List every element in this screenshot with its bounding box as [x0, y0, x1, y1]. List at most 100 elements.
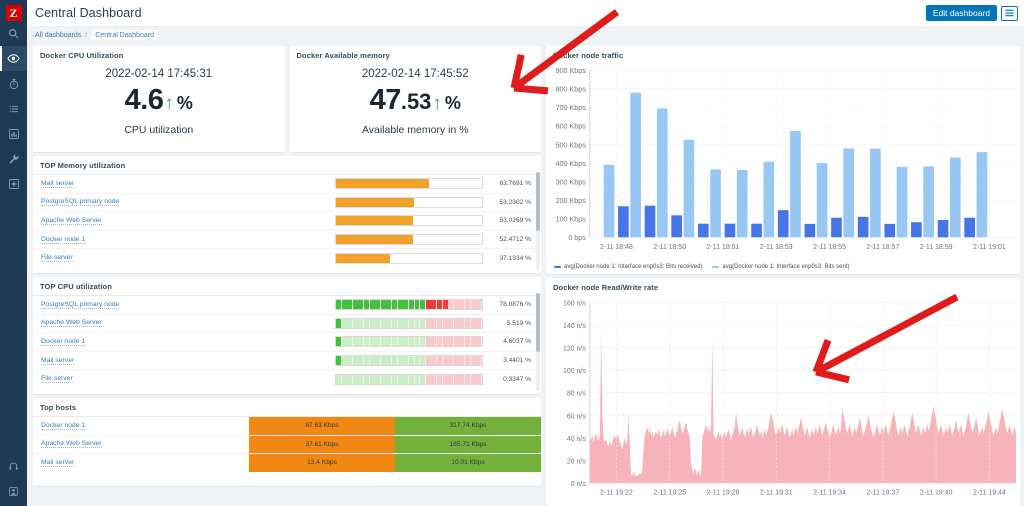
gauge-segment — [375, 337, 381, 347]
svg-text:0 n/s: 0 n/s — [571, 480, 587, 488]
gauge-segment — [408, 300, 414, 310]
host-link[interactable]: Apache Web Server — [41, 217, 102, 225]
host-link[interactable]: PostgreSQL primary node — [41, 198, 120, 207]
table-row: PostgreSQL primary node 78.0876 % — [33, 295, 539, 314]
svg-text:2-11 18:53: 2-11 18:53 — [760, 244, 793, 251]
host-link[interactable]: Mail server — [41, 459, 75, 467]
kpi-value-integer: 47 — [369, 84, 402, 116]
host-cell: Apache Web Server — [33, 436, 249, 454]
breadcrumb: All dashboards / Central Dashboard — [27, 27, 1024, 43]
gauge-wrap — [119, 299, 483, 311]
gauge-segment — [336, 337, 341, 347]
gauge-segment — [431, 337, 437, 347]
scrollbar-track[interactable] — [536, 172, 540, 270]
gauge-segment — [397, 374, 403, 384]
sidebar-item-monitoring[interactable] — [0, 46, 27, 71]
gauge-segment — [397, 300, 403, 310]
sidebar-item-support[interactable] — [0, 454, 27, 479]
legend-item[interactable]: avg(Docker node 1: Interface enp0s3: Bit… — [712, 264, 850, 270]
gauge-segment — [347, 356, 353, 366]
zabbix-logo[interactable]: Z — [5, 5, 22, 21]
gauge-segment — [476, 300, 482, 310]
host-link[interactable]: Mail server — [41, 180, 75, 188]
gauge-segment — [380, 356, 386, 366]
gauge-segment — [470, 337, 476, 347]
host-link[interactable]: Apache Web Server — [41, 440, 102, 449]
sidebar-item-services[interactable] — [0, 71, 27, 96]
host-link[interactable]: File server — [41, 375, 73, 384]
widget-docker-node-traffic: Docker node traffic 0 bps 100 Kbps 200 Kbp… — [546, 46, 1020, 274]
breadcrumb-separator: / — [85, 31, 88, 39]
gauge-segment — [369, 300, 375, 310]
sidebar-item-configuration[interactable] — [0, 146, 27, 171]
gauge-segment — [414, 337, 420, 347]
host-link[interactable]: PostgreSQL primary node — [41, 301, 120, 309]
sidebar-item-administration[interactable] — [0, 171, 27, 196]
progress-bar-fill — [336, 235, 413, 245]
segmented-gauge — [335, 373, 483, 385]
kpi-value: 4.6 ↑ % — [125, 84, 193, 117]
metric-cell-in: 37.61 Kbps — [249, 435, 395, 454]
kpi-body: 2022-02-14 17:45:52 47 .53 ↑ % Available… — [290, 64, 542, 144]
svg-text:900 Kbps: 900 Kbps — [556, 67, 587, 75]
host-link[interactable]: File server — [41, 254, 73, 263]
gauge-wrap — [85, 234, 483, 246]
svg-text:20 n/s: 20 n/s — [567, 457, 586, 465]
gauge-segment — [341, 300, 347, 310]
gauge-segment — [436, 337, 442, 347]
sidebar-item-user[interactable] — [0, 479, 27, 504]
cpu-row-list: PostgreSQL primary node 78.0876 % Apache W… — [33, 295, 541, 388]
gauge-segment — [375, 374, 381, 384]
legend-item[interactable]: avg(Docker node 1: Interface enp0s3: Bit… — [554, 264, 702, 270]
widget-title: TOP CPU utilization — [40, 282, 113, 291]
svg-text:2-11 18:50: 2-11 18:50 — [653, 244, 686, 251]
gauge-segment — [476, 356, 482, 366]
dashboard-menu-button[interactable] — [1001, 5, 1018, 21]
kpi-unit: % — [444, 93, 461, 113]
scrollbar-track[interactable] — [536, 293, 540, 391]
widget-docker-cpu-utilization: Docker CPU Utilization 2022-02-14 17:45:… — [33, 46, 285, 152]
scrollbar-thumb[interactable] — [536, 293, 540, 352]
gauge-segment — [425, 337, 431, 347]
breadcrumb-all-dashboards[interactable]: All dashboards — [35, 32, 81, 39]
scrollbar-thumb[interactable] — [536, 172, 540, 231]
host-link[interactable]: Docker node 1 — [41, 236, 86, 244]
gauge-segment — [453, 374, 459, 384]
right-column: Docker node traffic 0 bps 100 Kbps 200 Kbp… — [546, 46, 1020, 506]
svg-text:160 n/s: 160 n/s — [563, 299, 586, 307]
value-label: 78.0876 % — [499, 301, 531, 309]
svg-text:2-11 19:28: 2-11 19:28 — [707, 488, 740, 496]
host-link[interactable]: Mail server — [41, 357, 75, 365]
sidebar-item-search[interactable] — [0, 21, 27, 46]
svg-text:2-11 19:31: 2-11 19:31 — [760, 488, 793, 496]
svg-text:2-11 19:01: 2-11 19:01 — [973, 244, 1006, 251]
breadcrumb-current: Central Dashboard — [91, 30, 159, 40]
table-row: PostgreSQL primary node 53.2302 % — [33, 192, 539, 212]
host-link[interactable]: Docker node 1 — [41, 422, 86, 430]
host-link[interactable]: Docker node 1 — [41, 338, 86, 346]
legend-swatch — [554, 265, 561, 269]
segmented-gauge — [335, 299, 483, 311]
memory-row-list: Mail server 63.7691 % PostgreSQL primary n… — [33, 174, 541, 267]
hamburger-icon — [1005, 9, 1014, 17]
gauge-segment — [358, 356, 364, 366]
dashboard-grid: Docker CPU Utilization 2022-02-14 17:45:… — [27, 43, 1024, 506]
gauge-segment — [380, 337, 386, 347]
host-link[interactable]: Apache Web Server — [41, 319, 102, 328]
metric-cell-out: 317.74 Kbps — [395, 417, 541, 435]
edit-dashboard-button[interactable]: Edit dashboard — [925, 4, 997, 22]
gauge-segment — [364, 374, 369, 384]
gauge-segment — [352, 318, 358, 328]
gauge-segment — [442, 337, 448, 347]
readwrite-chart-area[interactable]: 0 n/s 20 n/s 40 n/s 60 n/s 80 n/s 100 n/s 120 … — [546, 296, 1020, 506]
sidebar-item-inventory[interactable] — [0, 96, 27, 121]
gauge-segment — [341, 318, 347, 328]
gauge-segment — [375, 300, 381, 310]
gauge-segment — [442, 300, 448, 310]
gauge-segment — [459, 374, 465, 384]
sidebar-item-reports[interactable] — [0, 121, 27, 146]
segmented-gauge — [335, 336, 483, 348]
svg-text:60 n/s: 60 n/s — [567, 412, 586, 420]
traffic-chart-area[interactable]: 0 bps 100 Kbps 200 Kbps 300 Kbps 400 Kbps 500… — [546, 64, 1020, 263]
table-row: Apache Web Server 53.0269 % — [33, 211, 539, 230]
